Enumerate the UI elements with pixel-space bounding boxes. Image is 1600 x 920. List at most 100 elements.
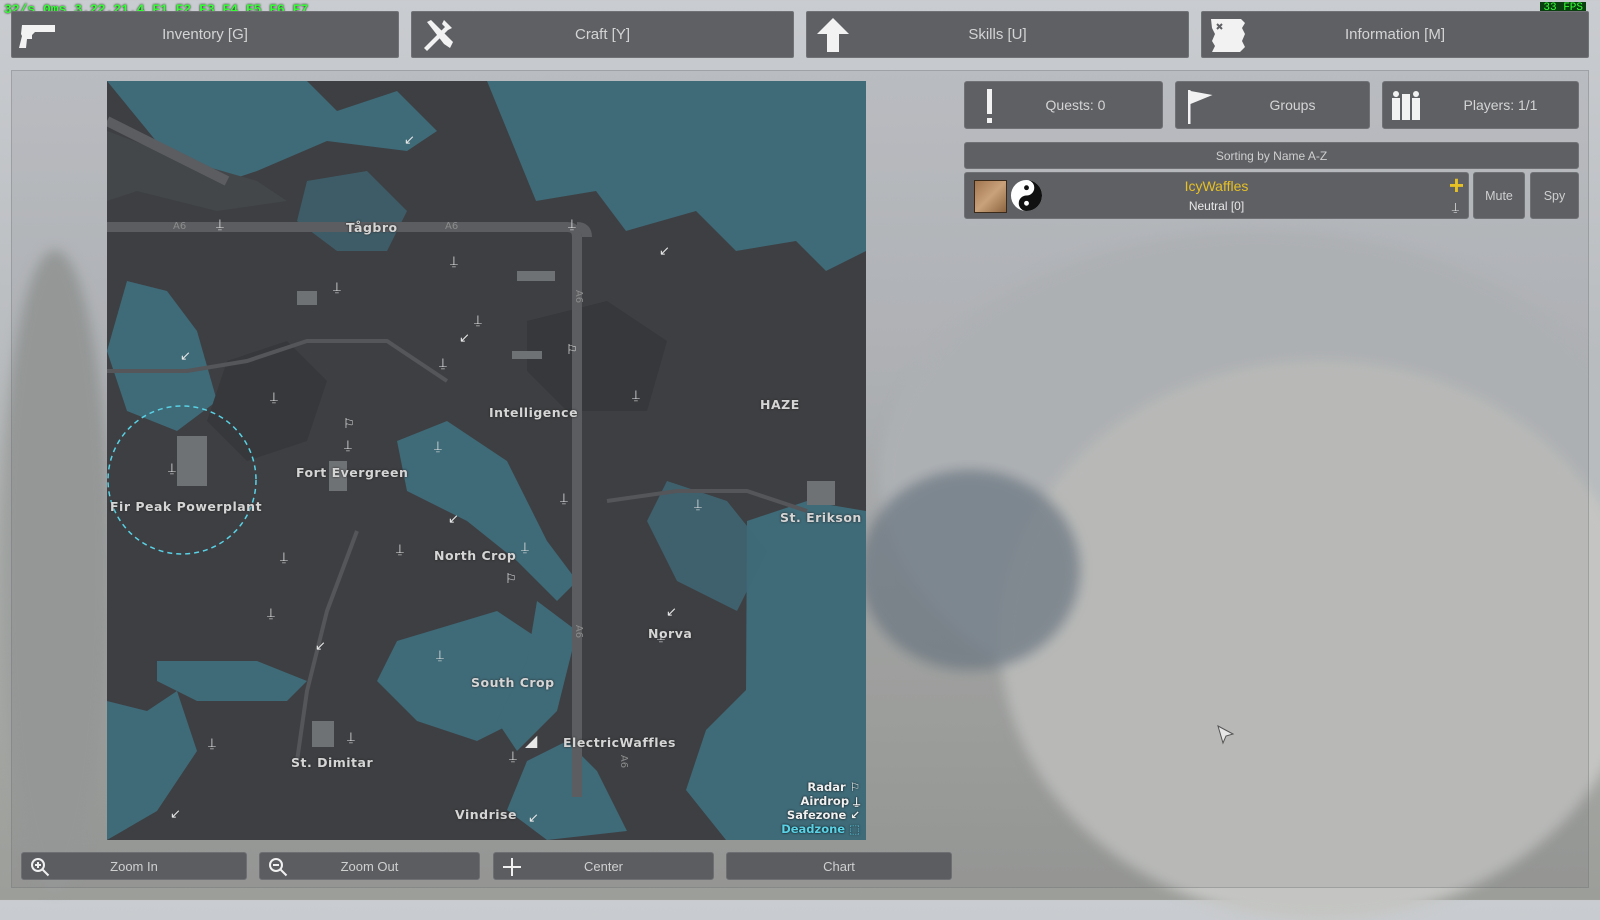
quests-button[interactable]: Quests: 0 — [964, 81, 1163, 129]
safezone-marker-icon[interactable]: ↙ — [448, 512, 459, 525]
road-label: A6 — [573, 624, 585, 639]
airdrop-icon: ⍊ — [853, 794, 860, 808]
plus-icon — [503, 858, 521, 876]
radar-marker-icon[interactable]: ⚐ — [343, 417, 355, 430]
airdrop-marker-icon[interactable]: ⍊ — [694, 497, 702, 510]
safezone-marker-icon[interactable]: ↙ — [404, 133, 415, 146]
add-friend-plus-icon[interactable]: + — [1449, 172, 1464, 198]
road-label: A6 — [445, 221, 459, 232]
legend-deadzone-label: Deadzone — [781, 822, 846, 836]
airdrop-marker-icon[interactable]: ⍊ — [521, 540, 529, 553]
airdrop-marker-icon[interactable]: ⍊ — [347, 730, 355, 743]
crossed-tools-icon — [424, 20, 453, 51]
skills-label: Skills [U] — [968, 26, 1027, 43]
center-label: Center — [583, 858, 624, 874]
map-location-label: Tågbro — [346, 220, 398, 235]
information-button[interactable]: Information [M] — [1201, 11, 1589, 58]
airdrop-marker-icon[interactable]: ⍊ — [216, 217, 224, 230]
airdrop-marker-icon[interactable]: ⍊ — [436, 648, 444, 661]
zoom-in-button[interactable]: Zoom In — [21, 852, 247, 880]
airdrop-marker-icon[interactable]: ⍊ — [474, 313, 482, 326]
zoom-in-label: Zoom In — [110, 858, 158, 874]
deadzone-icon: ⬚ — [849, 822, 860, 836]
radar-icon: ⚐ — [849, 780, 860, 794]
map-legend: Radar ⚐ Airdrop ⍊ Safezone ↙ Deadzone ⬚ — [781, 780, 860, 836]
pistol-icon — [19, 25, 55, 48]
players-icon — [1392, 91, 1420, 120]
map-location-label: St. Erikson — [780, 510, 862, 525]
mute-label: Mute — [1485, 188, 1513, 203]
skills-button[interactable]: Skills [U] — [806, 11, 1189, 58]
map-location-label: North Crop — [434, 548, 517, 563]
safezone-icon: ↙ — [850, 808, 860, 822]
airdrop-marker-icon[interactable]: ⍊ — [434, 439, 442, 452]
sort-label: Sorting by Name A-Z — [1215, 148, 1328, 163]
airdrop-marker-icon[interactable]: ⍊ — [509, 749, 517, 762]
safezone-marker-icon[interactable]: ↙ — [528, 811, 539, 824]
player-status: Neutral [0] — [1188, 199, 1245, 213]
zoom-in-icon — [31, 858, 50, 877]
airdrop-marker-icon[interactable]: ⍊ — [560, 491, 568, 504]
safezone-marker-icon[interactable]: ↙ — [315, 639, 326, 652]
mute-button[interactable]: Mute — [1473, 172, 1525, 219]
airdrop-marker-icon[interactable]: ⍊ — [280, 550, 288, 563]
zoom-out-button[interactable]: Zoom Out — [259, 852, 480, 880]
airdrop-marker-icon[interactable]: ⍊ — [168, 461, 176, 474]
radar-marker-icon[interactable]: ⚐ — [566, 343, 578, 356]
map-scroll-icon — [1211, 19, 1245, 52]
airdrop-small-icon: ⍊ — [1451, 200, 1459, 214]
map-location-label: Fort Evergreen — [296, 465, 409, 480]
players-button[interactable]: Players: 1/1 — [1382, 81, 1579, 129]
groups-label: Groups — [1269, 97, 1316, 113]
center-button[interactable]: Center — [493, 852, 714, 880]
airdrop-marker-icon[interactable]: ⍊ — [450, 254, 458, 267]
airdrop-marker-icon[interactable]: ⍊ — [632, 388, 640, 401]
map-terrain — [107, 81, 866, 840]
airdrop-marker-icon[interactable]: ⍊ — [267, 606, 275, 619]
safezone-marker-icon[interactable]: ↙ — [659, 244, 670, 257]
legend-radar-label: Radar — [807, 780, 846, 794]
airdrop-marker-icon[interactable]: ⍊ — [568, 217, 576, 230]
player-position-marker-icon[interactable]: ◢ — [525, 734, 537, 750]
flag-icon — [1188, 90, 1213, 124]
quests-label: Quests: 0 — [1045, 97, 1106, 113]
safezone-marker-icon[interactable]: ↙ — [180, 349, 191, 362]
player-row[interactable]: IcyWaffles Neutral [0] + ⍊ — [964, 172, 1469, 219]
sort-toggle[interactable]: Sorting by Name A-Z — [964, 142, 1579, 169]
world-map[interactable]: A6 A6 A6 A6 A6 Tågbro Intelligence HAZE … — [107, 81, 866, 840]
arrow-up-icon — [817, 18, 849, 52]
map-location-label: Fir Peak Powerplant — [110, 499, 263, 514]
legend-airdrop-label: Airdrop — [800, 794, 850, 808]
chart-label: Chart — [823, 858, 855, 874]
zoom-out-label: Zoom Out — [340, 858, 399, 874]
mouse-cursor-icon — [1217, 725, 1235, 745]
map-location-label: ElectricWaffles — [563, 735, 676, 750]
airdrop-marker-icon[interactable]: ⍊ — [439, 356, 447, 369]
groups-button[interactable]: Groups — [1175, 81, 1370, 129]
player-name: IcyWaffles — [1184, 178, 1249, 194]
airdrop-marker-icon[interactable]: ⍊ — [344, 438, 352, 451]
spy-button[interactable]: Spy — [1530, 172, 1579, 219]
road-label: A6 — [573, 289, 585, 304]
inventory-label: Inventory [G] — [162, 26, 248, 43]
airdrop-marker-icon[interactable]: ⍊ — [396, 542, 404, 555]
legend-safezone-label: Safezone — [786, 808, 847, 822]
airdrop-marker-icon[interactable]: ⍊ — [270, 390, 278, 403]
map-location-label: Intelligence — [489, 405, 579, 420]
airdrop-marker-icon[interactable]: ⍊ — [208, 736, 216, 749]
safezone-marker-icon[interactable]: ↙ — [459, 331, 470, 344]
craft-button[interactable]: Craft [Y] — [411, 11, 794, 58]
safezone-marker-icon[interactable]: ↙ — [666, 605, 677, 618]
safezone-marker-icon[interactable]: ↙ — [170, 807, 181, 820]
airdrop-marker-icon[interactable]: ⍊ — [657, 629, 665, 642]
map-location-label: Vindrise — [455, 807, 517, 822]
players-label: Players: 1/1 — [1463, 97, 1538, 113]
map-location-label: Norva — [648, 626, 693, 641]
radar-marker-icon[interactable]: ⚐ — [505, 572, 517, 585]
information-label: Information [M] — [1344, 26, 1446, 43]
chart-button[interactable]: Chart — [726, 852, 952, 880]
airdrop-marker-icon[interactable]: ⍊ — [333, 280, 341, 293]
map-location-label: St. Dimitar — [291, 755, 374, 770]
inventory-button[interactable]: Inventory [G] — [11, 11, 399, 58]
map-location-label: HAZE — [760, 397, 800, 412]
